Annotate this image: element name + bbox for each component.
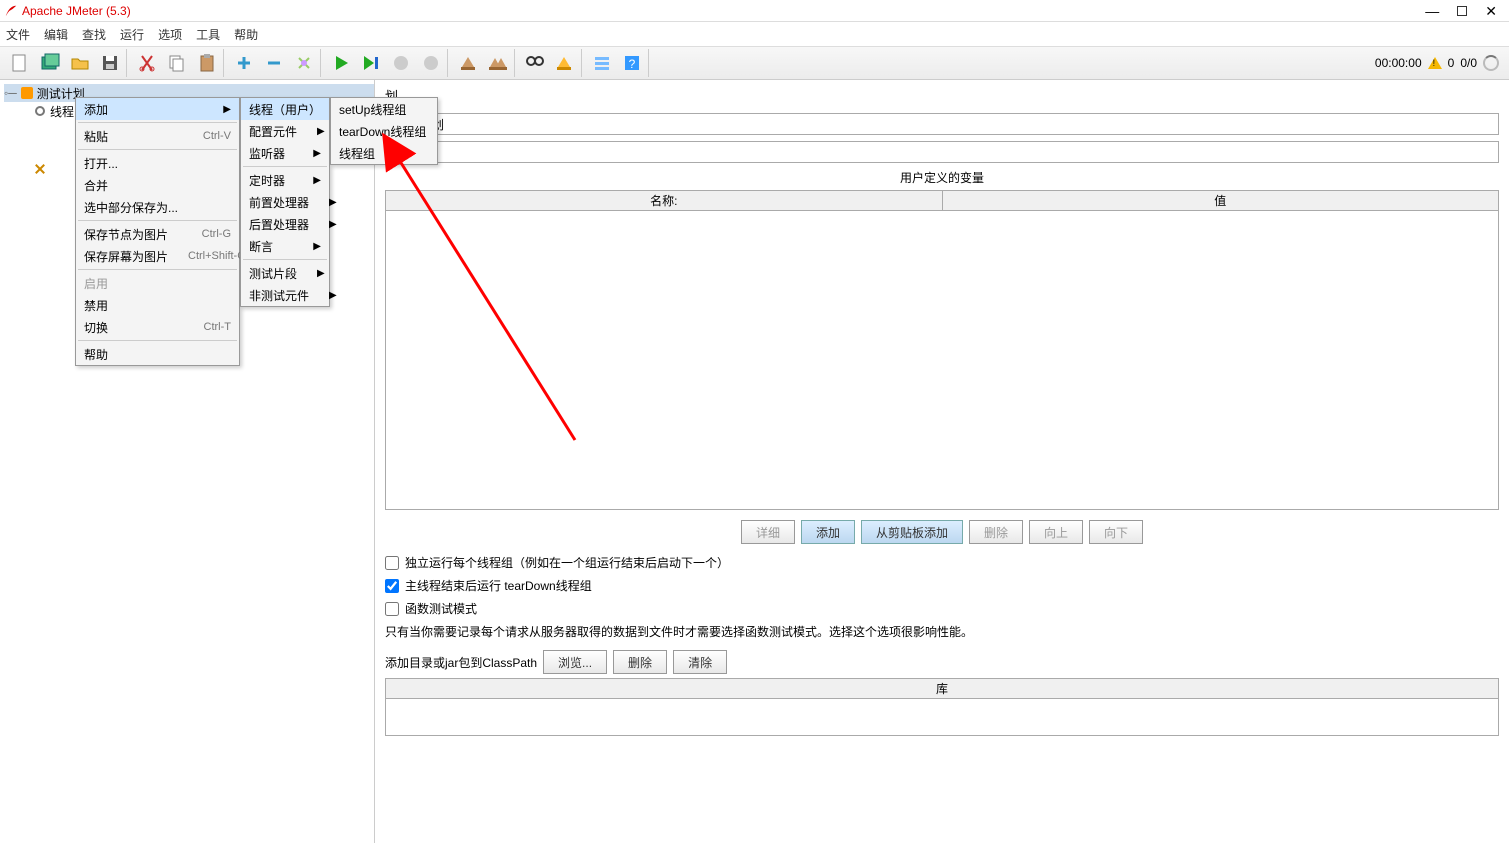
submenu-item-fragment[interactable]: 测试片段▶ bbox=[241, 262, 329, 284]
help-toolbar-button[interactable]: ? bbox=[618, 49, 646, 77]
detail-button[interactable]: 详细 bbox=[741, 520, 795, 544]
panel-title: 划 bbox=[385, 86, 1499, 105]
library-table[interactable]: 库 bbox=[385, 678, 1499, 736]
delete-var-button[interactable]: 删除 bbox=[969, 520, 1023, 544]
add-from-clipboard-button[interactable]: 从剪贴板添加 bbox=[861, 520, 963, 544]
svg-text:?: ? bbox=[629, 57, 636, 71]
submenu-threads[interactable]: setUp线程组 tearDown线程组 线程组 bbox=[330, 97, 438, 165]
stop-button[interactable] bbox=[387, 49, 415, 77]
run-serial-label: 独立运行每个线程组（例如在一个组运行结束后启动下一个） bbox=[405, 554, 729, 571]
clear-cp-button[interactable]: 清除 bbox=[673, 650, 727, 674]
vars-col-name[interactable]: 名称: bbox=[386, 191, 943, 210]
vars-col-value[interactable]: 值 bbox=[943, 191, 1499, 210]
tool-icon bbox=[34, 163, 46, 175]
submenu-add[interactable]: 线程（用户）▶ 配置元件▶ 监听器▶ 定时器▶ 前置处理器▶ 后置处理器▶ 断言… bbox=[240, 97, 330, 307]
menu-item-save-screen-image[interactable]: 保存屏幕为图片Ctrl+Shift-G bbox=[76, 245, 239, 267]
menu-run[interactable]: 运行 bbox=[120, 26, 144, 43]
functional-mode-checkbox[interactable] bbox=[385, 602, 399, 616]
submenu-item-post[interactable]: 后置处理器▶ bbox=[241, 213, 329, 235]
menu-item-toggle[interactable]: 切换Ctrl-T bbox=[76, 316, 239, 338]
menu-item-disable[interactable]: 禁用 bbox=[76, 294, 239, 316]
move-down-button[interactable]: 向下 bbox=[1089, 520, 1143, 544]
menu-item-merge[interactable]: 合并 bbox=[76, 174, 239, 196]
menu-search[interactable]: 查找 bbox=[82, 26, 106, 43]
shutdown-button[interactable] bbox=[417, 49, 445, 77]
menu-options[interactable]: 选项 bbox=[158, 26, 182, 43]
submenu-item-threads[interactable]: 线程（用户）▶ bbox=[241, 98, 329, 120]
minimize-button[interactable]: — bbox=[1425, 4, 1439, 18]
save-button[interactable] bbox=[96, 49, 124, 77]
submenu-item-pre[interactable]: 前置处理器▶ bbox=[241, 191, 329, 213]
function-helper-button[interactable] bbox=[588, 49, 616, 77]
new-button[interactable] bbox=[6, 49, 34, 77]
menu-item-save-selection[interactable]: 选中部分保存为... bbox=[76, 196, 239, 218]
maximize-button[interactable] bbox=[1457, 6, 1467, 16]
collapse-button[interactable] bbox=[260, 49, 288, 77]
submenu-item-assert[interactable]: 断言▶ bbox=[241, 235, 329, 257]
name-input[interactable] bbox=[403, 113, 1499, 135]
submenu-item-thread-group[interactable]: 线程组 bbox=[331, 142, 437, 164]
gear-icon bbox=[34, 105, 46, 117]
expand-button[interactable] bbox=[230, 49, 258, 77]
submenu-item-config[interactable]: 配置元件▶ bbox=[241, 120, 329, 142]
warning-icon[interactable] bbox=[1428, 57, 1442, 69]
start-button[interactable] bbox=[327, 49, 355, 77]
run-serial-checkbox[interactable] bbox=[385, 556, 399, 570]
menu-item-help[interactable]: 帮助 bbox=[76, 343, 239, 365]
add-var-button[interactable]: 添加 bbox=[801, 520, 855, 544]
reset-search-button[interactable] bbox=[551, 49, 579, 77]
status-threads: 0/0 bbox=[1460, 56, 1477, 70]
paste-button[interactable] bbox=[193, 49, 221, 77]
menu-help[interactable]: 帮助 bbox=[234, 26, 258, 43]
vars-table[interactable]: 名称: 值 bbox=[385, 190, 1499, 510]
start-no-pause-button[interactable] bbox=[357, 49, 385, 77]
toggle-button[interactable] bbox=[290, 49, 318, 77]
status-warn-count: 0 bbox=[1448, 56, 1455, 70]
menu-file[interactable]: 文件 bbox=[6, 26, 30, 43]
menu-edit[interactable]: 编辑 bbox=[44, 26, 68, 43]
search-toolbar-button[interactable] bbox=[521, 49, 549, 77]
functional-mode-label: 函数测试模式 bbox=[405, 600, 477, 617]
submenu-item-teardown-thread-group[interactable]: tearDown线程组 bbox=[331, 120, 437, 142]
teardown-label: 主线程结束后运行 tearDown线程组 bbox=[405, 577, 592, 594]
context-menu[interactable]: 添加▶ 粘贴Ctrl-V 打开... 合并 选中部分保存为... 保存节点为图片… bbox=[75, 97, 240, 366]
submenu-item-setup-thread-group[interactable]: setUp线程组 bbox=[331, 98, 437, 120]
menu-item-enable: 启用 bbox=[76, 272, 239, 294]
functional-mode-hint: 只有当你需要记录每个请求从服务器取得的数据到文件时才需要选择函数测试模式。选择这… bbox=[385, 623, 1499, 640]
cut-button[interactable] bbox=[133, 49, 161, 77]
browse-button[interactable]: 浏览... bbox=[543, 650, 607, 674]
tree-label: 线程 bbox=[50, 103, 74, 120]
menu-item-add[interactable]: 添加▶ bbox=[76, 98, 239, 120]
status-time: 00:00:00 bbox=[1375, 56, 1422, 70]
submenu-item-listener[interactable]: 监听器▶ bbox=[241, 142, 329, 164]
app-icon bbox=[4, 4, 18, 18]
clear-all-button[interactable] bbox=[484, 49, 512, 77]
activity-indicator-icon bbox=[1483, 55, 1499, 71]
menu-tools[interactable]: 工具 bbox=[196, 26, 220, 43]
menu-item-save-node-image[interactable]: 保存节点为图片Ctrl-G bbox=[76, 223, 239, 245]
submenu-item-nontest[interactable]: 非测试元件▶ bbox=[241, 284, 329, 306]
menu-item-paste[interactable]: 粘贴Ctrl-V bbox=[76, 125, 239, 147]
menu-item-open[interactable]: 打开... bbox=[76, 152, 239, 174]
templates-button[interactable] bbox=[36, 49, 64, 77]
close-button[interactable]: ✕ bbox=[1485, 4, 1497, 18]
classpath-label: 添加目录或jar包到ClassPath bbox=[385, 654, 537, 671]
clear-button[interactable] bbox=[454, 49, 482, 77]
window-title: Apache JMeter (5.3) bbox=[22, 4, 131, 18]
delete-cp-button[interactable]: 删除 bbox=[613, 650, 667, 674]
vars-section-title: 用户定义的变量 bbox=[385, 169, 1499, 186]
move-up-button[interactable]: 向上 bbox=[1029, 520, 1083, 544]
copy-button[interactable] bbox=[163, 49, 191, 77]
submenu-item-timer[interactable]: 定时器▶ bbox=[241, 169, 329, 191]
comment-input[interactable] bbox=[403, 141, 1499, 163]
library-header: 库 bbox=[386, 679, 1498, 699]
teardown-checkbox[interactable] bbox=[385, 579, 399, 593]
open-button[interactable] bbox=[66, 49, 94, 77]
flask-icon bbox=[21, 87, 33, 99]
